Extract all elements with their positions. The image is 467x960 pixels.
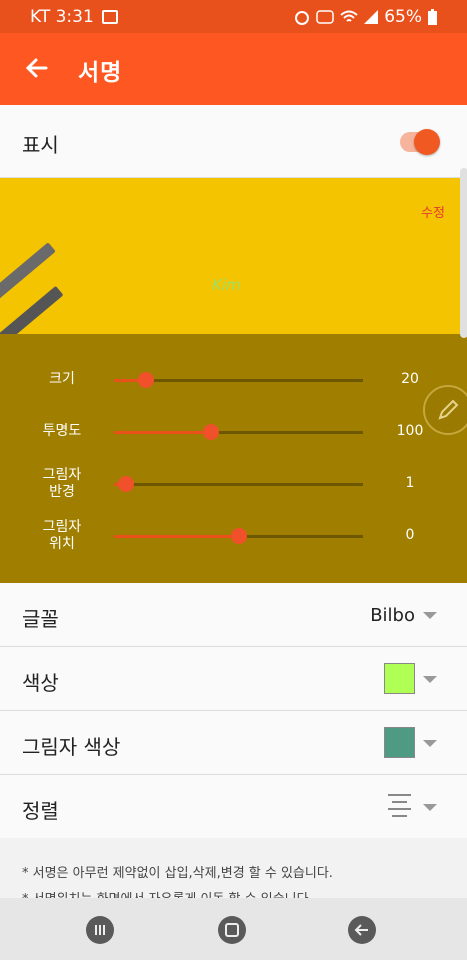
shadow-radius-slider[interactable] xyxy=(114,476,363,492)
align-row[interactable]: 정렬 xyxy=(0,775,467,839)
notes-section: * 서명은 아무런 제약없이 삽입,삭제,변경 할 수 있습니다. * 서명위치… xyxy=(0,838,467,898)
color-label: 색상 xyxy=(22,671,59,695)
shadow-position-slider[interactable] xyxy=(114,528,363,544)
align-label: 정렬 xyxy=(22,799,59,823)
chevron-down-icon[interactable] xyxy=(423,676,437,683)
battery-percent: 65% xyxy=(384,7,422,27)
slider-thumb[interactable] xyxy=(203,424,220,440)
signal-icon xyxy=(364,10,379,24)
chevron-down-icon[interactable] xyxy=(423,740,437,747)
carrier-time: KT 3:31 xyxy=(30,7,94,27)
recent-apps-icon[interactable] xyxy=(86,916,114,944)
note-text: * 서명위치는 화면에서 자유롭게 이동 할 수 있습니다. xyxy=(22,888,313,898)
slider-value: 0 xyxy=(405,527,415,543)
shadow-color-label: 그림자 색상 xyxy=(22,735,121,759)
hd-icon xyxy=(316,10,334,24)
status-bar: KT 3:31 65% xyxy=(0,0,467,33)
adjust-panel: 크기 20 투명도 100 그림자 반경 1 그림자 위치 0 xyxy=(0,334,467,583)
pencil-icon xyxy=(438,399,459,420)
battery-icon xyxy=(428,9,437,25)
signature-preview[interactable]: 수정 Kim 크기 20 투명도 100 그림자 반경 1 그림자 위치 0 xyxy=(0,178,467,583)
chevron-down-icon[interactable] xyxy=(423,804,437,811)
display-row: 표시 xyxy=(0,105,467,178)
system-nav-bar xyxy=(0,898,467,960)
gallery-icon xyxy=(101,10,118,24)
app-bar: 서명 xyxy=(0,33,467,105)
display-toggle[interactable] xyxy=(400,129,440,155)
shadow-color-row[interactable]: 그림자 색상 xyxy=(0,711,467,775)
slider-label: 투명도 xyxy=(42,423,82,439)
shadow-color-swatch[interactable] xyxy=(384,727,415,758)
shadow-radius-slider-row: 그림자 반경 1 xyxy=(0,467,467,512)
note-text: * 서명은 아무런 제약없이 삽입,삭제,변경 할 수 있습니다. xyxy=(22,866,333,881)
display-label: 표시 xyxy=(22,133,59,157)
slider-fill xyxy=(114,535,239,538)
wifi-icon xyxy=(340,10,358,22)
chevron-down-icon[interactable] xyxy=(423,612,437,619)
font-label: 글꼴 xyxy=(22,607,59,631)
edit-link[interactable]: 수정 xyxy=(421,202,445,221)
page-title: 서명 xyxy=(78,60,123,86)
slider-thumb[interactable] xyxy=(230,528,247,544)
back-arrow-icon[interactable] xyxy=(22,53,52,83)
size-slider-row: 크기 20 xyxy=(0,366,467,410)
edit-fab[interactable] xyxy=(423,385,467,435)
size-slider[interactable] xyxy=(114,372,363,388)
slider-label: 크기 xyxy=(49,371,75,387)
align-center-icon[interactable] xyxy=(388,793,411,819)
slider-label: 그림자 위치 xyxy=(42,519,82,552)
opacity-slider[interactable] xyxy=(114,424,363,440)
color-swatch[interactable] xyxy=(384,663,415,694)
alarm-icon xyxy=(295,11,310,25)
home-icon[interactable] xyxy=(218,916,246,944)
slider-thumb[interactable] xyxy=(138,372,155,388)
scroll-indicator[interactable] xyxy=(460,168,467,338)
color-row[interactable]: 색상 xyxy=(0,647,467,711)
slider-fill xyxy=(114,431,212,434)
slider-value: 1 xyxy=(405,475,415,491)
font-value[interactable]: Bilbo xyxy=(370,605,415,626)
toggle-knob xyxy=(414,129,440,155)
slider-label: 그림자 반경 xyxy=(42,467,82,500)
font-row[interactable]: 글꼴 Bilbo xyxy=(0,583,467,647)
shadow-position-slider-row: 그림자 위치 0 xyxy=(0,519,467,564)
signature-text[interactable]: Kim xyxy=(212,276,241,294)
slider-thumb[interactable] xyxy=(118,476,135,492)
opacity-slider-row: 투명도 100 xyxy=(0,418,467,462)
back-nav-icon[interactable] xyxy=(348,916,376,944)
